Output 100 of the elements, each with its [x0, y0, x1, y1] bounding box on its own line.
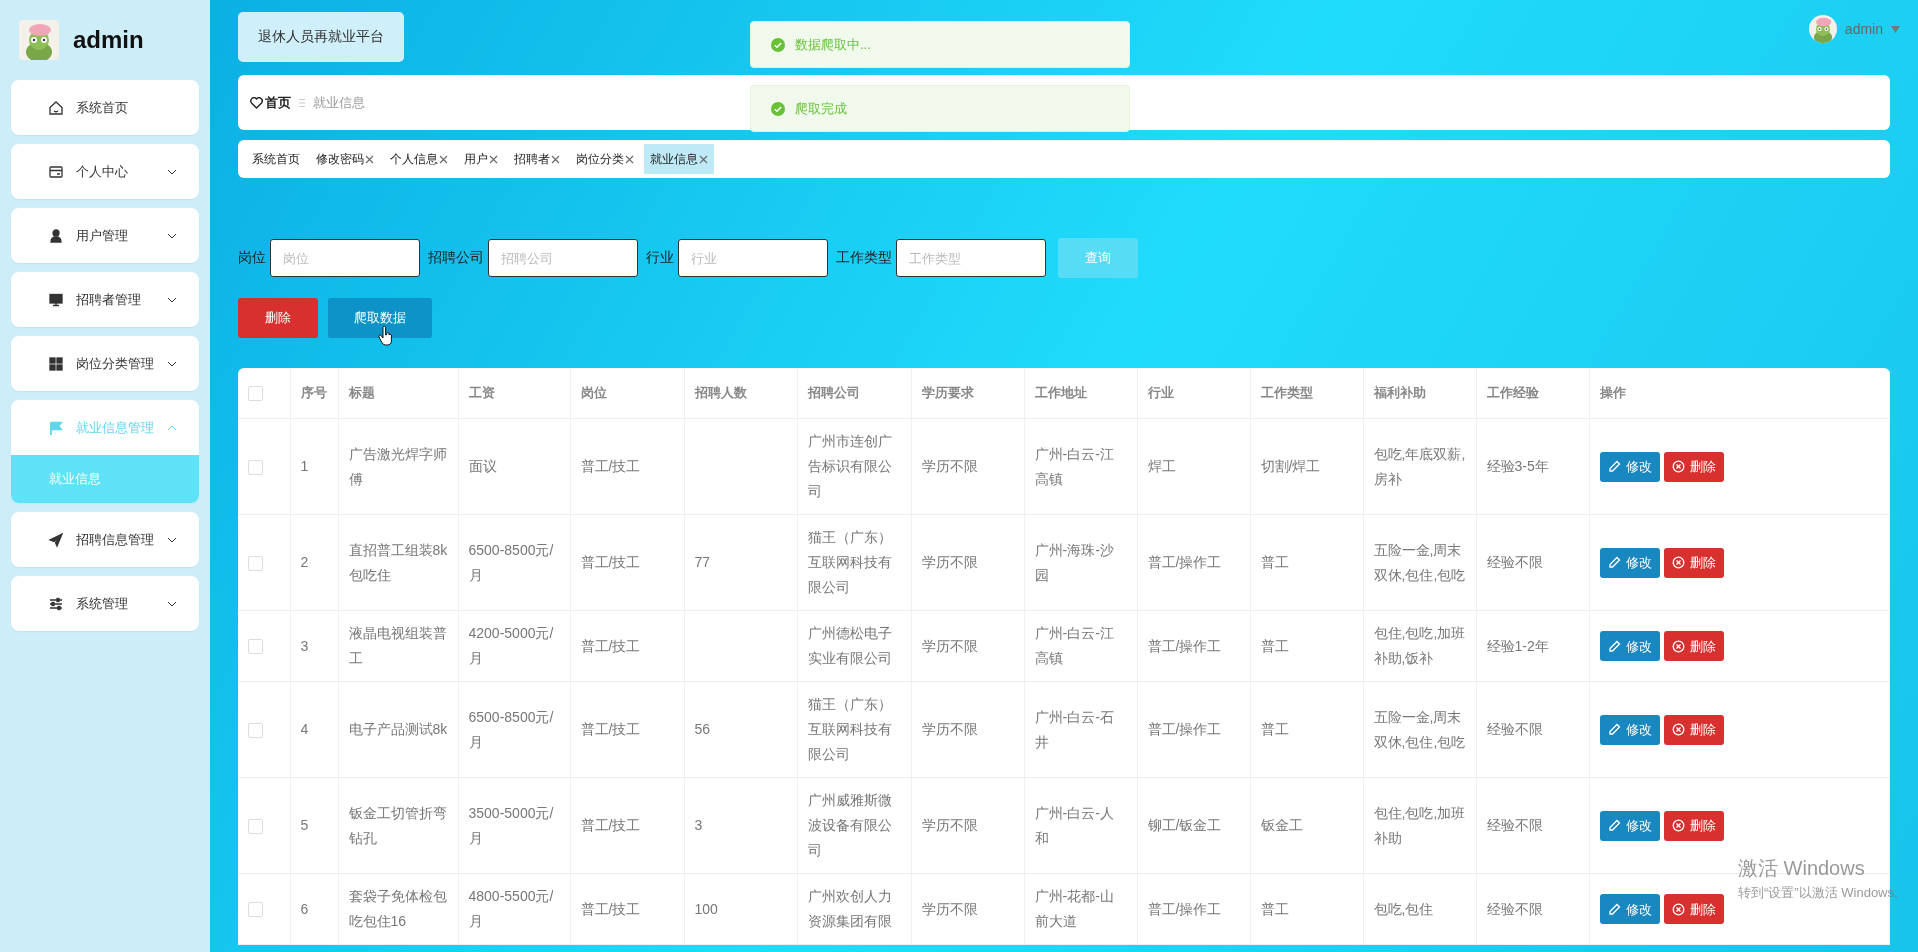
tab[interactable]: 招聘者 — [508, 144, 566, 174]
checkbox[interactable] — [248, 639, 263, 655]
table-cell: 普工 — [1260, 721, 1289, 737]
delete-button[interactable]: 删除 — [1663, 894, 1724, 924]
paper-plane-icon — [48, 531, 64, 548]
table-cell: 经验3-5年 — [1486, 458, 1549, 474]
edit-button[interactable]: 修改 — [1599, 810, 1660, 841]
toast-message: 数据爬取中... — [795, 35, 871, 54]
table-cell: 普工/技工 — [580, 721, 641, 737]
table-cell: 学历不限 — [921, 900, 978, 917]
table-cell: 包吃,包住 — [1373, 900, 1434, 917]
table-cell: 普工 — [1260, 554, 1289, 570]
delete-button[interactable]: 删除 — [1663, 547, 1724, 578]
breadcrumb-item: 就业信息 — [313, 93, 365, 112]
sidebar-item[interactable]: 系统首页 — [11, 80, 199, 135]
search-field[interactable]: 行业 — [678, 239, 828, 277]
table-cell: 56 — [694, 721, 711, 737]
table-cell: 学历不限 — [921, 458, 978, 474]
sidebar-item[interactable]: 招聘者管理 — [11, 272, 199, 327]
breadcrumb-link[interactable]: 首页 — [250, 93, 291, 112]
filter-label: 行业 — [646, 249, 674, 267]
tab[interactable]: 个人信息 — [384, 144, 454, 174]
table-cell: 包吃,年底双薪,房补 — [1373, 445, 1466, 487]
edit-button[interactable]: 修改 — [1599, 714, 1660, 745]
check-circle-icon — [771, 101, 785, 116]
table-cell: 广州-海珠-沙园 — [1034, 541, 1114, 583]
sidebar-item[interactable]: 系统管理 — [11, 576, 199, 631]
table-cell: 3 — [300, 637, 309, 654]
table-cell: 五险一金,周末双休,包住,包吃 — [1373, 541, 1466, 583]
checkbox[interactable] — [248, 818, 263, 834]
column-header: 行业 — [1137, 368, 1250, 419]
delete-button[interactable]: 删除 — [1663, 451, 1724, 482]
table-cell: 4800-5500元/月 — [468, 888, 554, 929]
edit-button[interactable]: 修改 — [1599, 547, 1660, 578]
delete-button[interactable]: 删除 — [1663, 714, 1724, 745]
edit-button[interactable]: 修改 — [1599, 631, 1660, 661]
close-icon[interactable] — [489, 154, 498, 164]
tab[interactable]: 修改密码 — [310, 144, 380, 174]
tab[interactable]: 就业信息 — [644, 144, 714, 174]
search-field[interactable]: 岗位 — [270, 239, 420, 277]
checkbox[interactable] — [248, 902, 263, 918]
delete-button[interactable]: 删除 — [1663, 810, 1724, 841]
flag-icon — [48, 419, 64, 436]
checkbox[interactable] — [248, 555, 263, 571]
close-icon[interactable] — [439, 154, 448, 164]
filter-label: 岗位 — [238, 249, 266, 267]
checkbox[interactable] — [248, 386, 263, 402]
table-cell: 普工 — [1260, 637, 1289, 654]
separator-icon — [299, 97, 305, 108]
table-cell: 切割/焊工 — [1260, 458, 1321, 474]
table-cell: 钣金工切管折弯钻孔 — [348, 804, 447, 846]
checkbox[interactable] — [248, 459, 263, 475]
user-icon — [48, 227, 64, 244]
tab[interactable]: 岗位分类 — [570, 144, 640, 174]
x-circle-icon — [1671, 556, 1685, 569]
column-header: 工作地址 — [1024, 368, 1137, 419]
sidebar-item[interactable]: 招聘信息管理 — [11, 512, 199, 567]
grid-icon — [48, 355, 64, 372]
sidebar-item[interactable]: 用户管理 — [11, 208, 199, 263]
close-icon[interactable] — [625, 154, 634, 164]
table-cell: 液晶电视组装普工 — [348, 625, 447, 666]
edit-button[interactable]: 修改 — [1599, 451, 1660, 482]
table-cell: 猫王（广东）互联网科技有限公司 — [807, 696, 892, 762]
table-cell: 6500-8500元/月 — [468, 541, 554, 583]
table-cell: 广州市连创广告标识有限公司 — [807, 433, 892, 499]
close-icon[interactable] — [365, 154, 374, 164]
close-icon[interactable] — [551, 154, 560, 164]
table-cell: 4 — [300, 721, 309, 737]
table-cell: 广州欢创人力资源集团有限 — [807, 888, 892, 929]
edit-button[interactable]: 修改 — [1599, 894, 1660, 924]
table-cell: 经验不限 — [1486, 554, 1543, 570]
column-header: 岗位 — [570, 368, 684, 419]
filter-label: 工作类型 — [836, 249, 892, 267]
tab[interactable]: 用户 — [458, 144, 504, 174]
sidebar-item[interactable]: 岗位分类管理 — [11, 336, 199, 391]
checkbox[interactable] — [248, 722, 263, 738]
check-circle-icon — [771, 37, 785, 52]
column-header: 学历要求 — [911, 368, 1024, 419]
close-icon[interactable] — [699, 154, 708, 164]
table-cell: 包住,包吃,加班补助,饭补 — [1373, 625, 1466, 666]
table-cell: 直招普工组装8k包吃住 — [348, 541, 448, 583]
table-cell: 普工/操作工 — [1147, 721, 1222, 737]
table-cell: 广州德松电子实业有限公司 — [807, 625, 892, 666]
search-field[interactable]: 工作类型 — [896, 239, 1046, 277]
search-field[interactable]: 招聘公司 — [488, 239, 638, 277]
pencil-icon — [1607, 556, 1621, 569]
table-cell: 经验不限 — [1486, 900, 1543, 917]
crawl-button[interactable]: 爬取数据 — [328, 298, 432, 338]
delete-button[interactable]: 删除 — [1663, 631, 1724, 661]
user-name[interactable]: admin — [1844, 21, 1883, 37]
table-cell: 焊工 — [1147, 458, 1176, 474]
tab[interactable]: 系统首页 — [246, 144, 306, 174]
platform-title: 退休人员再就业平台 — [238, 12, 404, 62]
table-cell: 钣金工 — [1260, 817, 1303, 833]
table-cell: 5 — [300, 817, 309, 833]
delete-button[interactable]: 删除 — [238, 298, 318, 338]
x-circle-icon — [1671, 723, 1685, 736]
table-cell: 2 — [300, 554, 309, 570]
sidebar-item[interactable]: 个人中心 — [11, 144, 199, 199]
table-cell: 普工/技工 — [580, 554, 641, 570]
